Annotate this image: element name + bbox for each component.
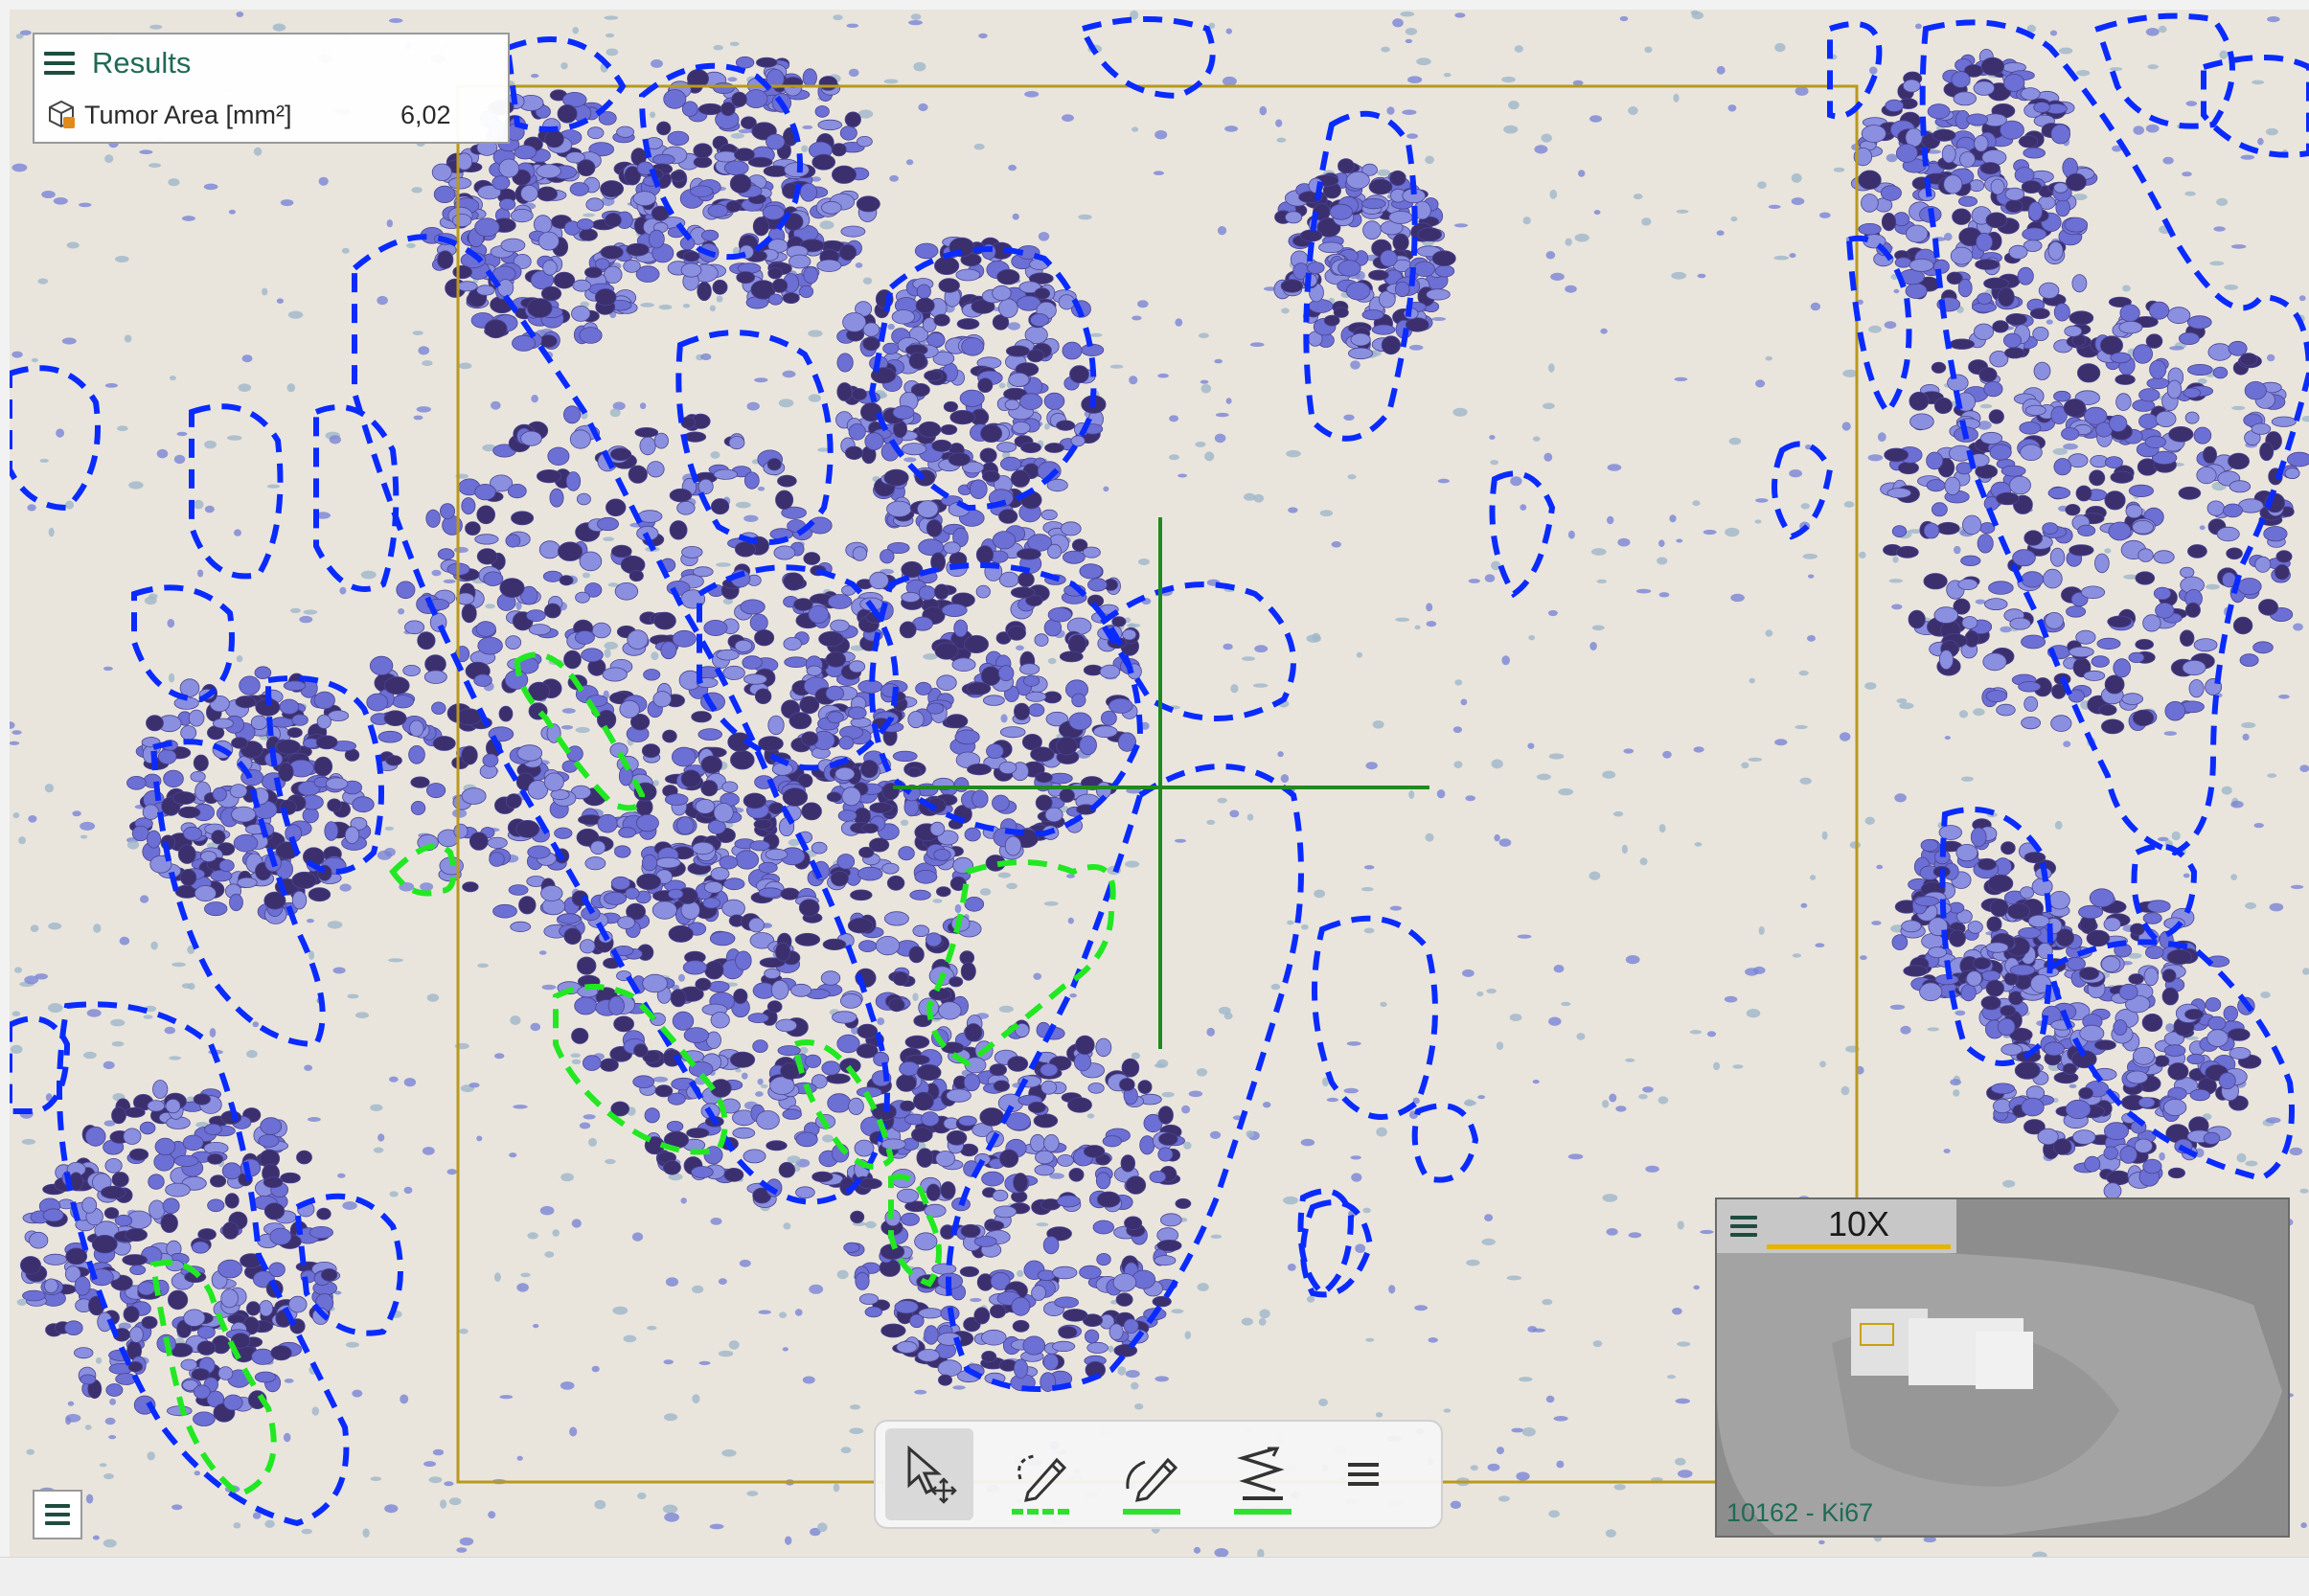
results-panel: Results Tumor Area [mm²] 6,02 [33, 33, 510, 144]
draw-solid-indicator [1123, 1509, 1180, 1515]
results-title: Results [92, 46, 191, 80]
annotation-toolbar [874, 1420, 1443, 1529]
results-menu-icon[interactable] [44, 52, 75, 75]
results-row-tumor-area: Tumor Area [mm²] 6,02 [44, 96, 494, 134]
draw-dashed-button[interactable] [996, 1428, 1085, 1520]
pencil-solid-icon [1118, 1441, 1185, 1508]
slide-name-label: 10162 - Ki67 [1726, 1498, 1873, 1528]
overview-navigator[interactable]: 10X 10162 - Ki67 [1715, 1197, 2290, 1538]
draw-solid-button[interactable] [1108, 1428, 1196, 1520]
tumor-area-value: 6,02 [400, 101, 451, 130]
viewer-menu-button[interactable] [33, 1490, 82, 1539]
draw-path-button[interactable] [1219, 1428, 1307, 1520]
pencil-dashed-icon [1007, 1441, 1074, 1508]
toolbar-menu-button[interactable] [1330, 1428, 1397, 1520]
select-move-icon [896, 1441, 963, 1508]
results-header: Results [44, 42, 191, 84]
draw-dashed-indicator [1012, 1509, 1069, 1515]
status-strip [0, 1557, 2309, 1596]
overview-menu-icon[interactable] [1730, 1216, 1757, 1237]
select-move-button[interactable] [885, 1428, 973, 1520]
viewer-menu-icon [45, 1504, 70, 1525]
menu-icon [1344, 1455, 1383, 1493]
path-arrow-icon [1229, 1441, 1296, 1508]
draw-path-indicator [1234, 1509, 1292, 1515]
image-viewer: Results Tumor Area [mm²] 6,02 [0, 0, 2309, 1595]
tumor-area-label: Tumor Area [mm²] [84, 101, 292, 130]
zoom-level-tab[interactable]: 10X [1767, 1205, 1951, 1249]
cube-icon [44, 98, 79, 132]
